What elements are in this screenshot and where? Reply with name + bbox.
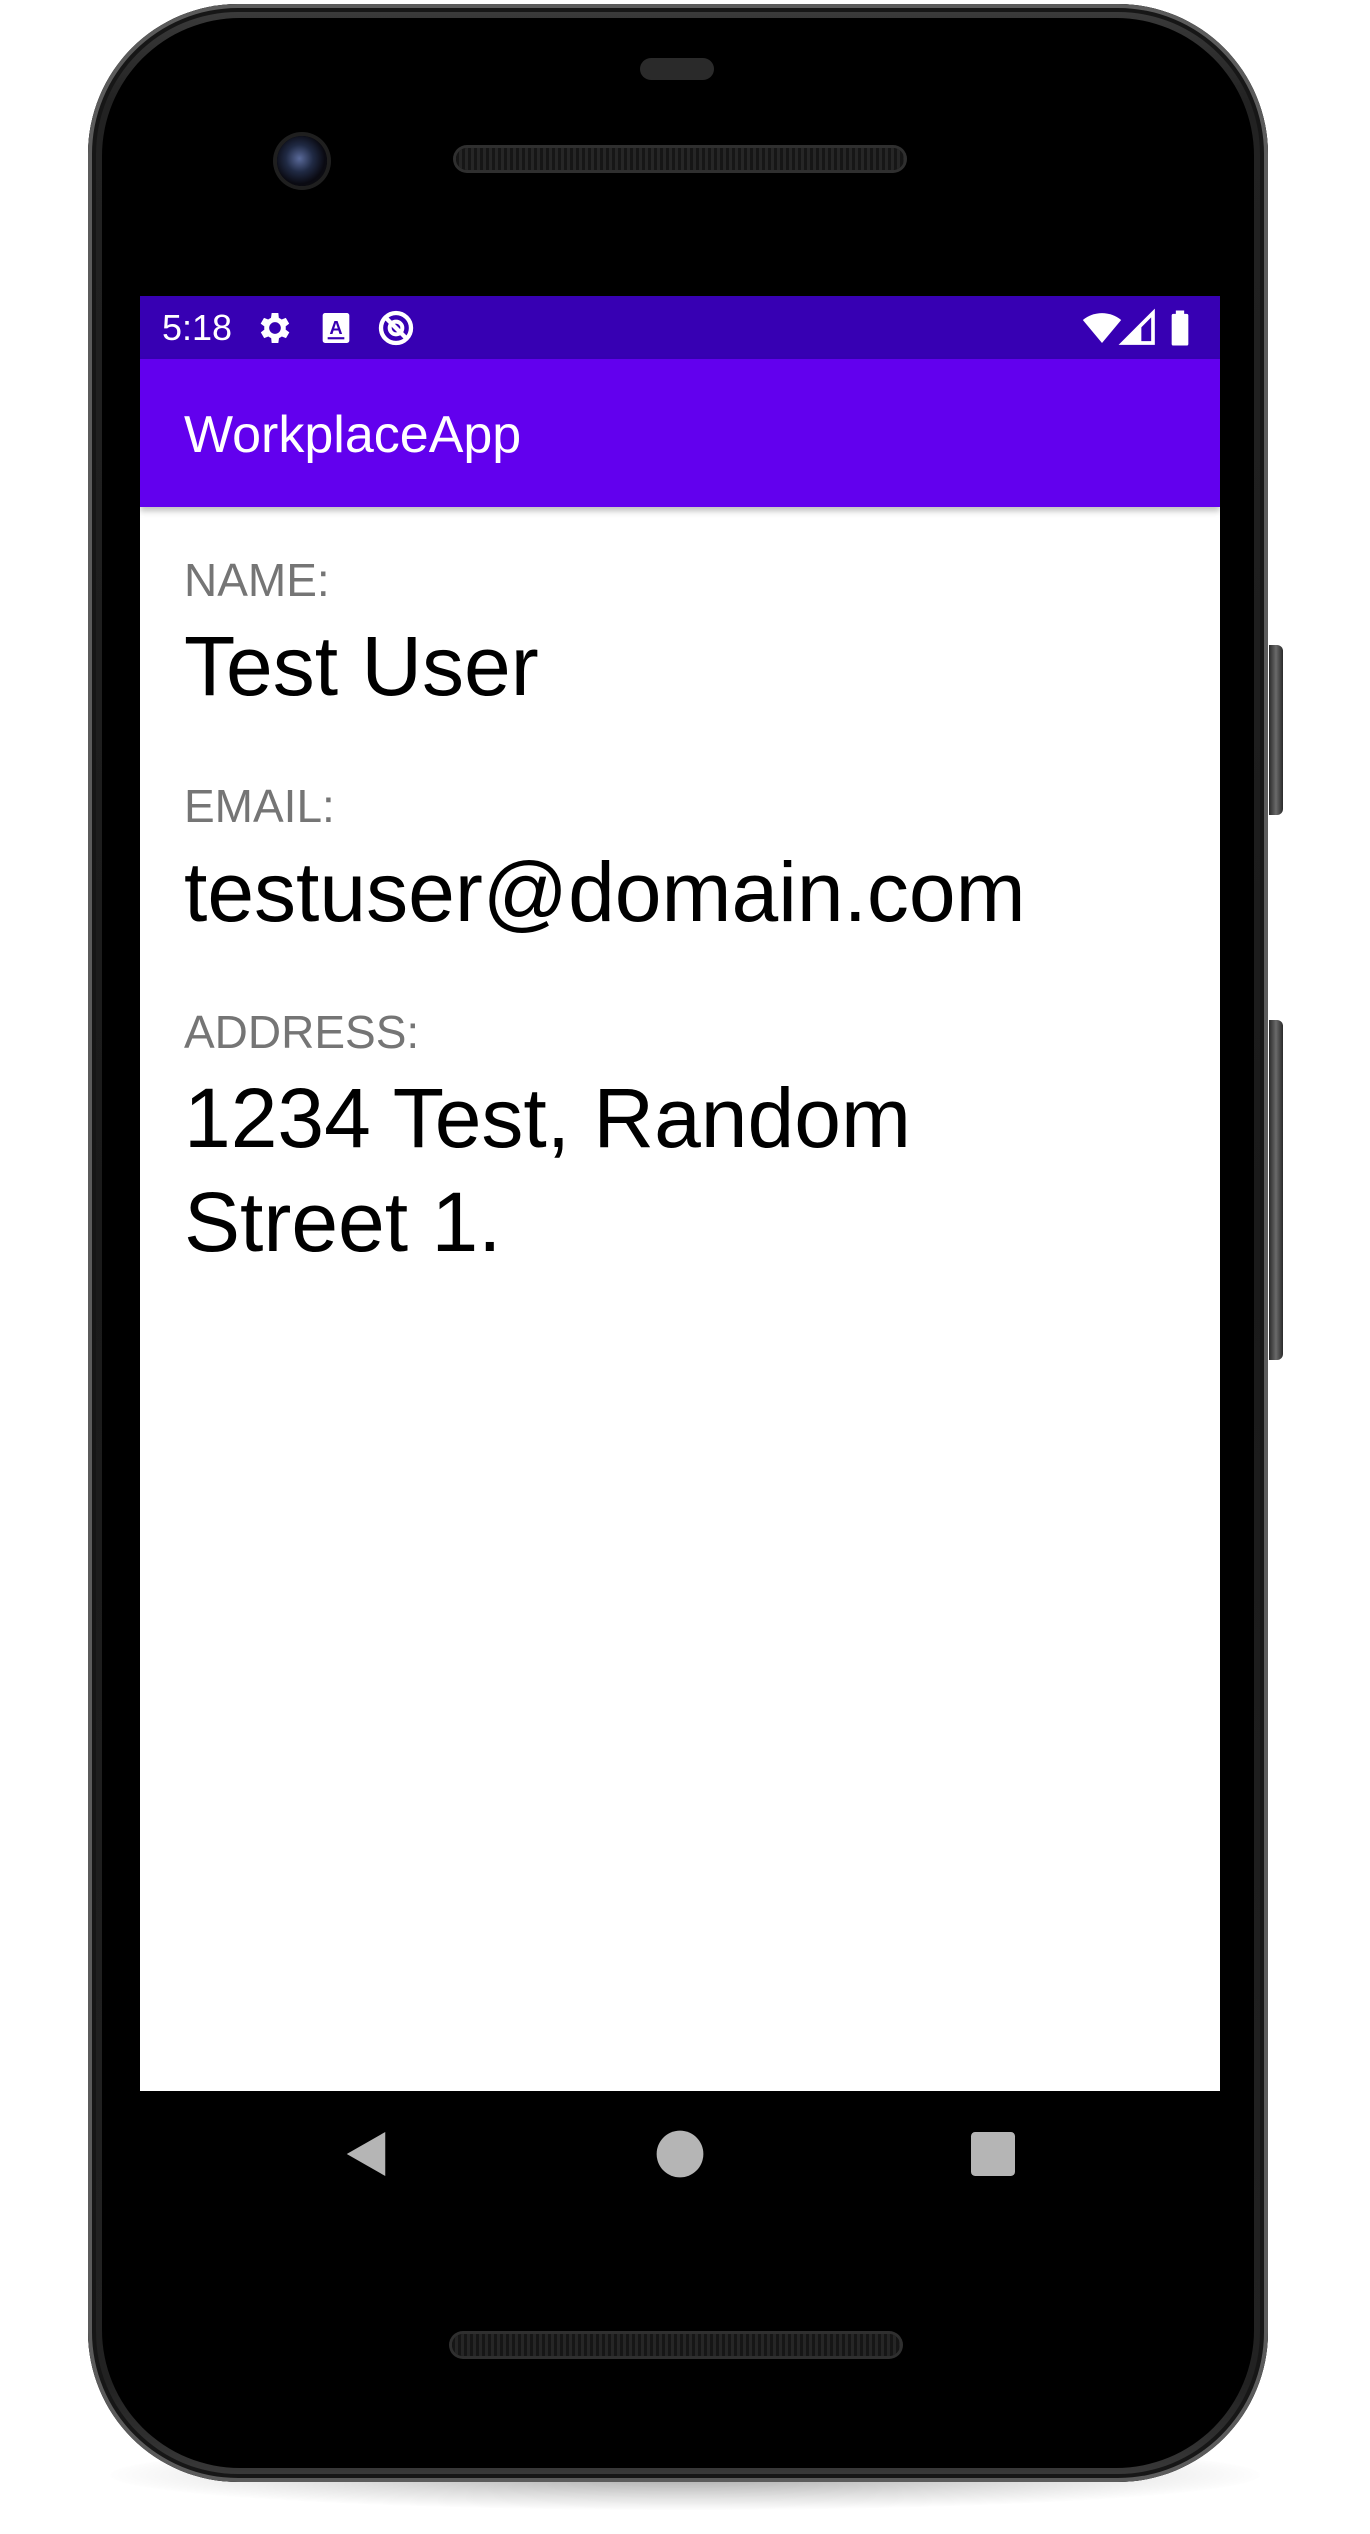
recents-icon[interactable]	[960, 2121, 1026, 2187]
status-bar: 5:18 A	[140, 296, 1220, 359]
gear-icon	[260, 313, 290, 343]
cell-signal-icon	[1118, 308, 1155, 345]
back-icon[interactable]	[333, 2121, 399, 2187]
name-field: NAME: Test User	[184, 554, 1184, 718]
address-label: ADDRESS:	[184, 1006, 420, 1058]
wifi-icon	[1082, 313, 1122, 343]
svg-text:A: A	[329, 317, 342, 338]
bottom-speaker-grille	[452, 2334, 900, 2356]
proximity-sensor	[640, 58, 714, 80]
address-value-line2: Street 1.	[184, 1175, 502, 1269]
keyboard-a-icon: A	[322, 313, 350, 343]
email-field: EMAIL: testuser@domain.com	[184, 780, 1184, 944]
battery-icon	[1171, 310, 1189, 346]
top-speaker-grille	[456, 148, 904, 170]
volume-rocker[interactable]	[1269, 1020, 1283, 1360]
status-time: 5:18	[162, 307, 233, 348]
address-value-line1: 1234 Test, Random	[184, 1071, 911, 1165]
name-label: NAME:	[184, 554, 330, 606]
name-value: Test User	[184, 619, 539, 713]
system-navigation-bar	[140, 2091, 1220, 2217]
device-frame: 5:18 A WorkplaceApp NAME: Test User EMAI…	[0, 0, 1370, 2534]
profile-details: NAME: Test User EMAIL: testuser@domain.c…	[184, 554, 1184, 1336]
email-label: EMAIL:	[184, 780, 335, 832]
app-title: WorkplaceApp	[184, 406, 522, 464]
email-value: testuser@domain.com	[184, 845, 1026, 939]
front-camera-icon	[277, 136, 327, 186]
address-field: ADDRESS: 1234 Test, Random Street 1.	[184, 1006, 1184, 1274]
app-toolbar: WorkplaceApp	[140, 359, 1220, 507]
home-icon[interactable]	[647, 2121, 713, 2187]
power-button[interactable]	[1269, 645, 1283, 815]
do-not-disturb-icon	[378, 310, 414, 346]
screen: 5:18 A WorkplaceApp NAME: Test User EMAI…	[140, 296, 1220, 2091]
